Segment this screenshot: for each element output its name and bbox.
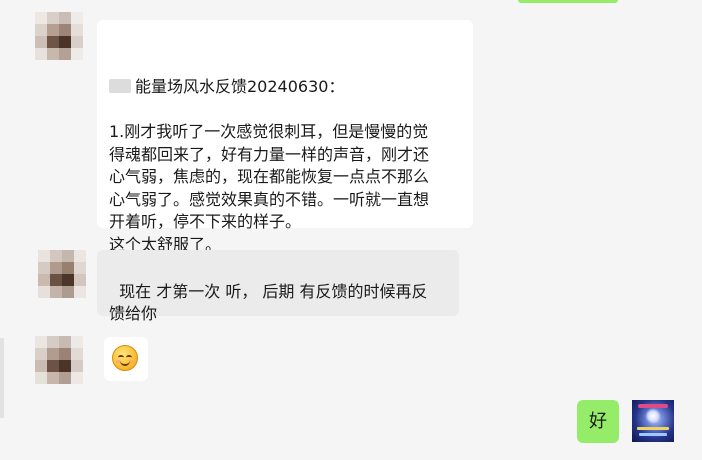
contact-avatar[interactable] bbox=[38, 250, 86, 298]
self-avatar[interactable] bbox=[632, 400, 674, 442]
window-edge-strip bbox=[0, 338, 4, 418]
message-first-line: 能量场风水反馈20240630： bbox=[109, 76, 461, 99]
outgoing-message-bubble[interactable]: 好 bbox=[577, 400, 619, 443]
message-text: 现在 才第一次 听， 后期 有反馈的时候再反 馈给你 bbox=[109, 281, 428, 324]
previous-message-bubble-edge bbox=[518, 0, 618, 3]
message-text: 好 bbox=[589, 411, 607, 432]
contact-avatar[interactable] bbox=[35, 336, 83, 384]
contact-avatar[interactable] bbox=[35, 12, 83, 60]
message-text: 1.刚才我听了一次感觉很刺耳，但是慢慢的觉 得魂都回来了，好有力量一样的声音，刚… bbox=[109, 122, 430, 254]
redacted-name bbox=[109, 79, 131, 93]
message-bubble[interactable]: 能量场风水反馈20240630： 1.刚才我听了一次感觉很刺耳，但是慢慢的觉 得… bbox=[97, 20, 473, 254]
message-title: 能量场风水反馈20240630： bbox=[135, 77, 345, 96]
emoji-message-bubble[interactable] bbox=[104, 337, 148, 381]
message-bubble[interactable]: 现在 才第一次 听， 后期 有反馈的时候再反 馈给你 bbox=[97, 250, 459, 323]
smiling-face-emoji-icon bbox=[112, 345, 138, 371]
